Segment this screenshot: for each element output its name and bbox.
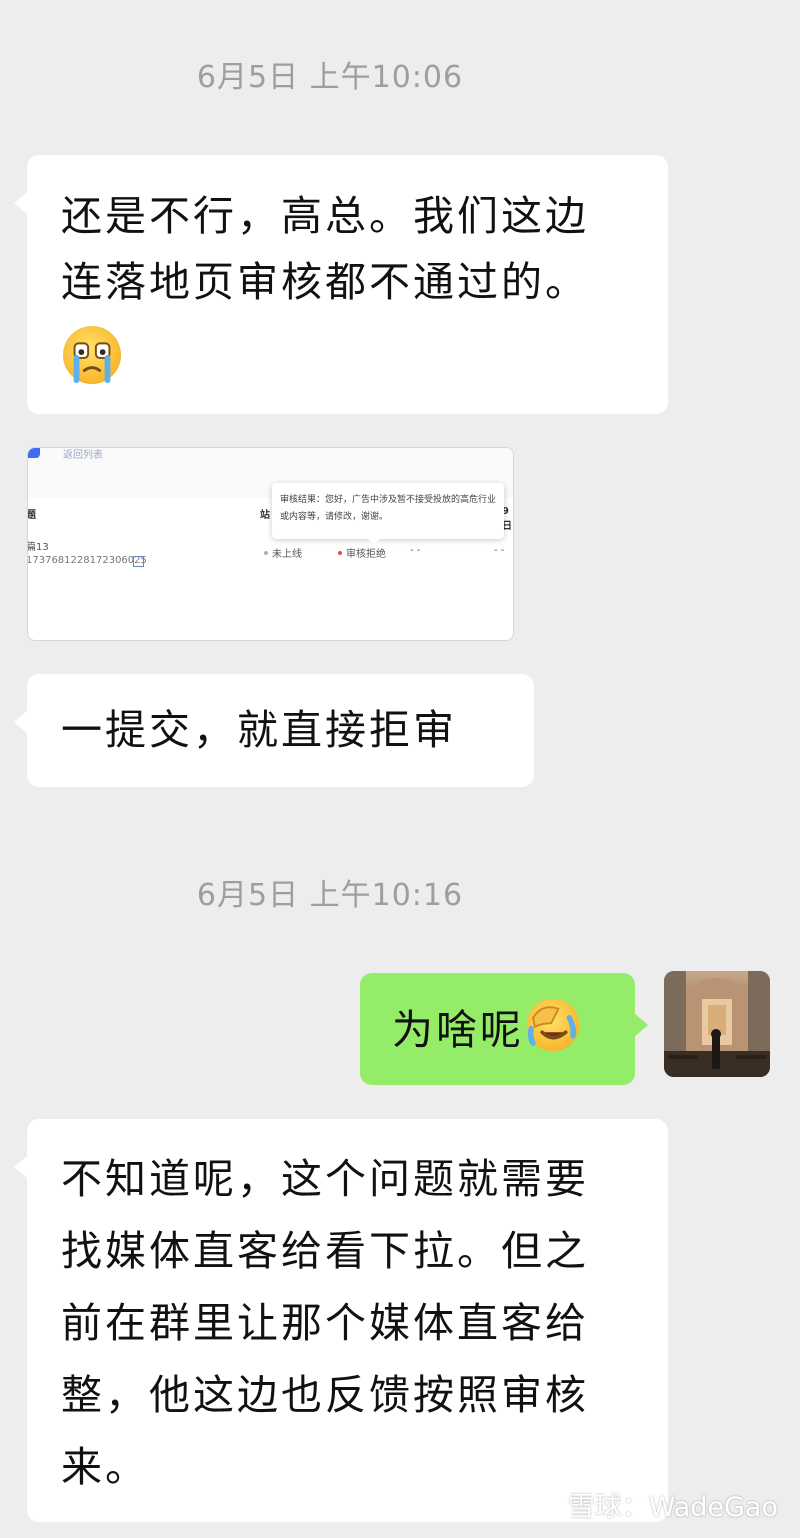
- blurred-header-text: 返回列表: [63, 450, 103, 461]
- message-text-line: 整，他这边也反馈按照审核: [61, 1371, 589, 1419]
- message-text: 一提交，就直接拒审: [61, 706, 457, 754]
- crying-hand-face-emoji-icon: [526, 998, 580, 1052]
- screenshot-image-message[interactable]: 返回列表 题 站 9日 篇13 1737681228172306025 未上线 …: [27, 447, 514, 641]
- message-text-line: 连落地页审核都不通过的。: [61, 258, 589, 306]
- xueqiu-logo-icon: [538, 1494, 563, 1520]
- message-text: 为啥呢: [392, 1006, 524, 1054]
- self-avatar[interactable]: [664, 971, 770, 1077]
- message-bubble-received[interactable]: 还是不行，高总。我们这边 连落地页审核都不通过的。: [14, 155, 668, 414]
- crying-face-emoji-icon: [62, 325, 122, 385]
- timestamp: 6月5日 上午10:06: [196, 60, 464, 95]
- row-id: 1737681228172306025: [27, 555, 147, 566]
- timestamp: 6月5日 上午10:16: [196, 878, 464, 913]
- copy-icon: [133, 556, 144, 567]
- status-review: 审核拒绝: [346, 549, 386, 560]
- row-name: 篇13: [27, 542, 49, 553]
- chat-window: 6月5日 上午10:06 还是不行，高总。我们这边 连落地页审核都不通过的。 返…: [0, 0, 800, 1538]
- message-text-line: 前在群里让那个媒体直客给: [61, 1299, 589, 1347]
- dash-cell: - -: [494, 545, 505, 556]
- message-bubble-sent[interactable]: 为啥呢: [360, 973, 648, 1085]
- status-dot-icon: [338, 551, 342, 555]
- status-online: 未上线: [272, 549, 302, 560]
- tooltip-line: 审核结果：您好，广告中涉及暂不接受投放的高危行业: [280, 495, 497, 505]
- review-result-tooltip: 审核结果：您好，广告中涉及暂不接受投放的高危行业 或内容等，请修改，谢谢。: [272, 483, 504, 545]
- message-text-line: 还是不行，高总。我们这边: [61, 192, 589, 240]
- xueqiu-watermark: 雪球：WadeGao: [538, 1485, 778, 1524]
- tooltip-line: 或内容等，请修改，谢谢。: [280, 512, 389, 522]
- blue-marker: [28, 448, 40, 458]
- message-bubble-received[interactable]: 不知道呢，这个问题就需要 找媒体直客给看下拉。但之 前在群里让那个媒体直客给 整…: [14, 1119, 668, 1522]
- cathedral-photo-icon: [664, 971, 770, 1077]
- message-bubble-received[interactable]: 一提交，就直接拒审: [14, 674, 534, 787]
- message-text-line: 不知道呢，这个问题就需要: [61, 1155, 589, 1203]
- column-header: 题: [27, 510, 36, 521]
- status-dot-icon: [264, 551, 268, 555]
- watermark-text: 雪球：WadeGao: [567, 1492, 778, 1523]
- message-text-line: 找媒体直客给看下拉。但之: [61, 1227, 589, 1275]
- column-header: 站: [260, 510, 270, 521]
- dash-cell: - -: [410, 545, 421, 556]
